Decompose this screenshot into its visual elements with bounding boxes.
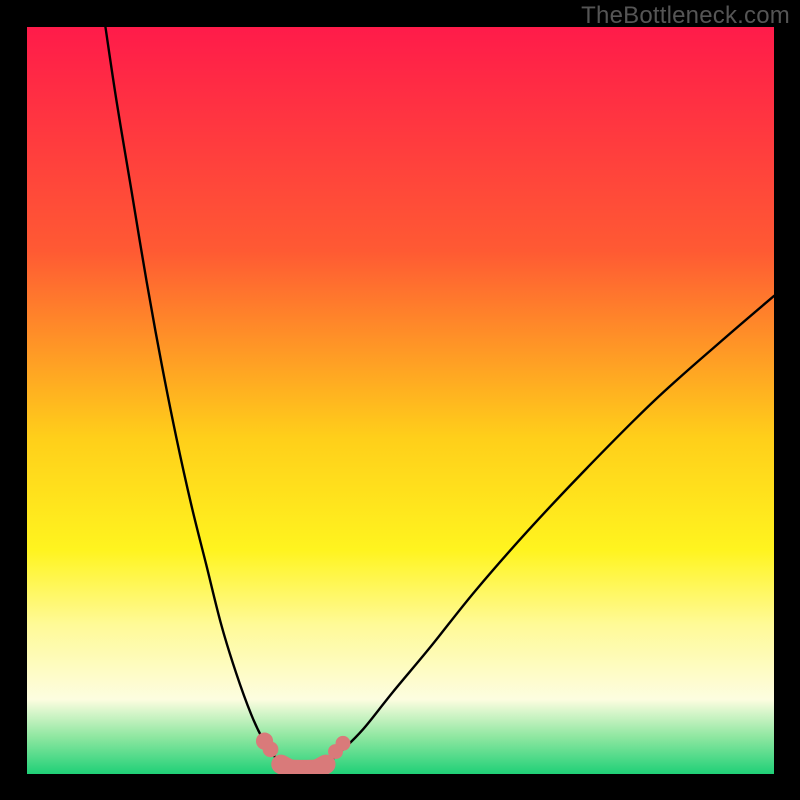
highlight-dot — [263, 742, 279, 758]
highlight-dot — [336, 736, 351, 751]
watermark-text: TheBottleneck.com — [581, 2, 790, 30]
gradient-background — [27, 27, 774, 774]
bottleneck-chart — [27, 27, 774, 774]
chart-frame: TheBottleneck.com — [0, 0, 800, 800]
